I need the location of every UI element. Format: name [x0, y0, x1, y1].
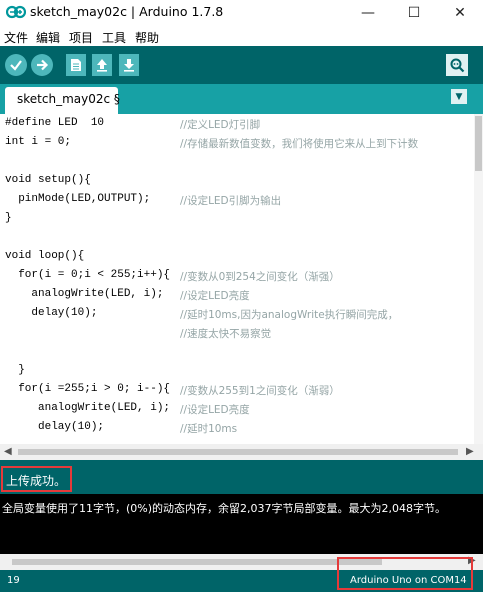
window-title: sketch_may02c | Arduino 1.7.8	[30, 4, 224, 19]
upload-icon	[37, 59, 49, 71]
open-button[interactable]	[92, 54, 112, 76]
code-line: delay(10); //延时10ms,因为analogWrite执行瞬间完成，	[0, 304, 474, 323]
new-button[interactable]	[66, 54, 86, 76]
status-bar	[0, 460, 483, 494]
close-button[interactable]: ✕	[437, 0, 483, 26]
maximize-button[interactable]: ☐	[391, 0, 437, 26]
code-comment: //变数从0到254之间变化（渐强）	[180, 271, 340, 283]
code-text: analogWrite(LED, i);	[5, 288, 164, 300]
code-comment: //设定LED亮度	[180, 404, 250, 416]
menu-help[interactable]: 帮助	[135, 29, 159, 46]
tab-sketch-label: sketch_may02c §	[17, 92, 120, 106]
code-text: #define LED 10	[5, 117, 105, 129]
code-line: }	[0, 209, 474, 228]
open-icon	[97, 59, 107, 72]
serial-monitor-icon	[450, 58, 465, 73]
code-comment: //速度太快不易察觉	[180, 328, 272, 340]
board-highlight-box	[337, 557, 473, 590]
console-message: 全局变量使用了11字节，(0%)的动态内存，余留2,037字节局部变量。最大为2…	[2, 502, 447, 515]
code-text: pinMode(LED,OUTPUT);	[5, 193, 151, 205]
code-line: pinMode(LED,OUTPUT); //设定LED引脚为输出	[0, 190, 474, 209]
code-text: void setup(){	[5, 174, 91, 186]
menu-tools[interactable]: 工具	[102, 29, 126, 46]
code-text: analogWrite(LED, i);	[5, 402, 171, 414]
save-icon	[124, 59, 134, 72]
code-text: int i = 0;	[5, 136, 72, 148]
code-line: analogWrite(LED, i); //设定LED亮度	[0, 285, 474, 304]
upload-button[interactable]	[31, 54, 53, 76]
code-line: //速度太快不易察觉	[0, 323, 474, 342]
save-button[interactable]	[119, 54, 139, 76]
code-text: delay(10);	[5, 421, 105, 433]
menu-file[interactable]: 文件	[4, 29, 28, 46]
arduino-logo-icon	[6, 5, 26, 19]
code-line: #define LED 10 //定义LED灯引脚	[0, 114, 474, 133]
code-comment: //定义LED灯引脚	[180, 119, 261, 131]
scroll-left-arrow-icon[interactable]: ◀	[4, 446, 12, 457]
code-line: for(i = 0;i < 255;i++){ //变数从0到254之间变化（渐强…	[0, 266, 474, 285]
menu-sketch[interactable]: 项目	[69, 29, 93, 46]
code-line: void loop(){	[0, 247, 474, 266]
line-number: 19	[7, 575, 20, 586]
code-comment: //设定LED亮度	[180, 290, 250, 302]
editor-vertical-scroll-thumb[interactable]	[475, 116, 482, 171]
verify-button[interactable]	[5, 54, 27, 76]
code-comment: //设定LED引脚为输出	[180, 195, 282, 207]
code-comment: //延时10ms,因为analogWrite执行瞬间完成，	[180, 309, 399, 321]
code-line: analogWrite(LED, i); //设定LED亮度	[0, 399, 474, 418]
code-line: delay(10); //延时10ms	[0, 418, 474, 437]
console-scroll-thumb[interactable]	[12, 559, 382, 565]
verify-icon	[10, 60, 22, 71]
code-text: void loop(){	[5, 250, 85, 262]
scroll-right-arrow-icon[interactable]: ▶	[466, 446, 474, 457]
code-line: int i = 0; //存储最新数值变数，我们将使用它来从上到下计数	[0, 133, 474, 152]
chevron-down-icon: ▼	[455, 91, 463, 102]
code-text: delay(10);	[5, 307, 98, 319]
status-highlight-box	[1, 466, 72, 492]
code-text: }	[5, 364, 25, 376]
menu-edit[interactable]: 编辑	[36, 29, 60, 46]
code-comment: //变数从255到1之间变化（渐弱）	[180, 385, 340, 397]
minimize-button[interactable]: —	[345, 0, 391, 26]
code-text: for(i =255;i > 0; i--){	[5, 383, 171, 395]
serial-monitor-button[interactable]	[446, 54, 468, 76]
code-line: for(i =255;i > 0; i--){ //变数从255到1之间变化（渐弱…	[0, 380, 474, 399]
editor-horizontal-scroll-thumb[interactable]	[18, 449, 458, 455]
code-text: for(i = 0;i < 255;i++){	[5, 269, 171, 281]
code-comment: //存储最新数值变数，我们将使用它来从上到下计数	[180, 138, 419, 150]
tab-menu-button[interactable]: ▼	[451, 89, 467, 104]
code-line: void setup(){	[0, 171, 474, 190]
code-comment: //延时10ms	[180, 423, 238, 435]
code-text: }	[5, 212, 12, 224]
new-icon	[71, 59, 81, 71]
code-editor[interactable]: #define LED 10 //定义LED灯引脚 int i = 0; //存储最新…	[0, 114, 474, 444]
code-line: }	[0, 361, 474, 380]
